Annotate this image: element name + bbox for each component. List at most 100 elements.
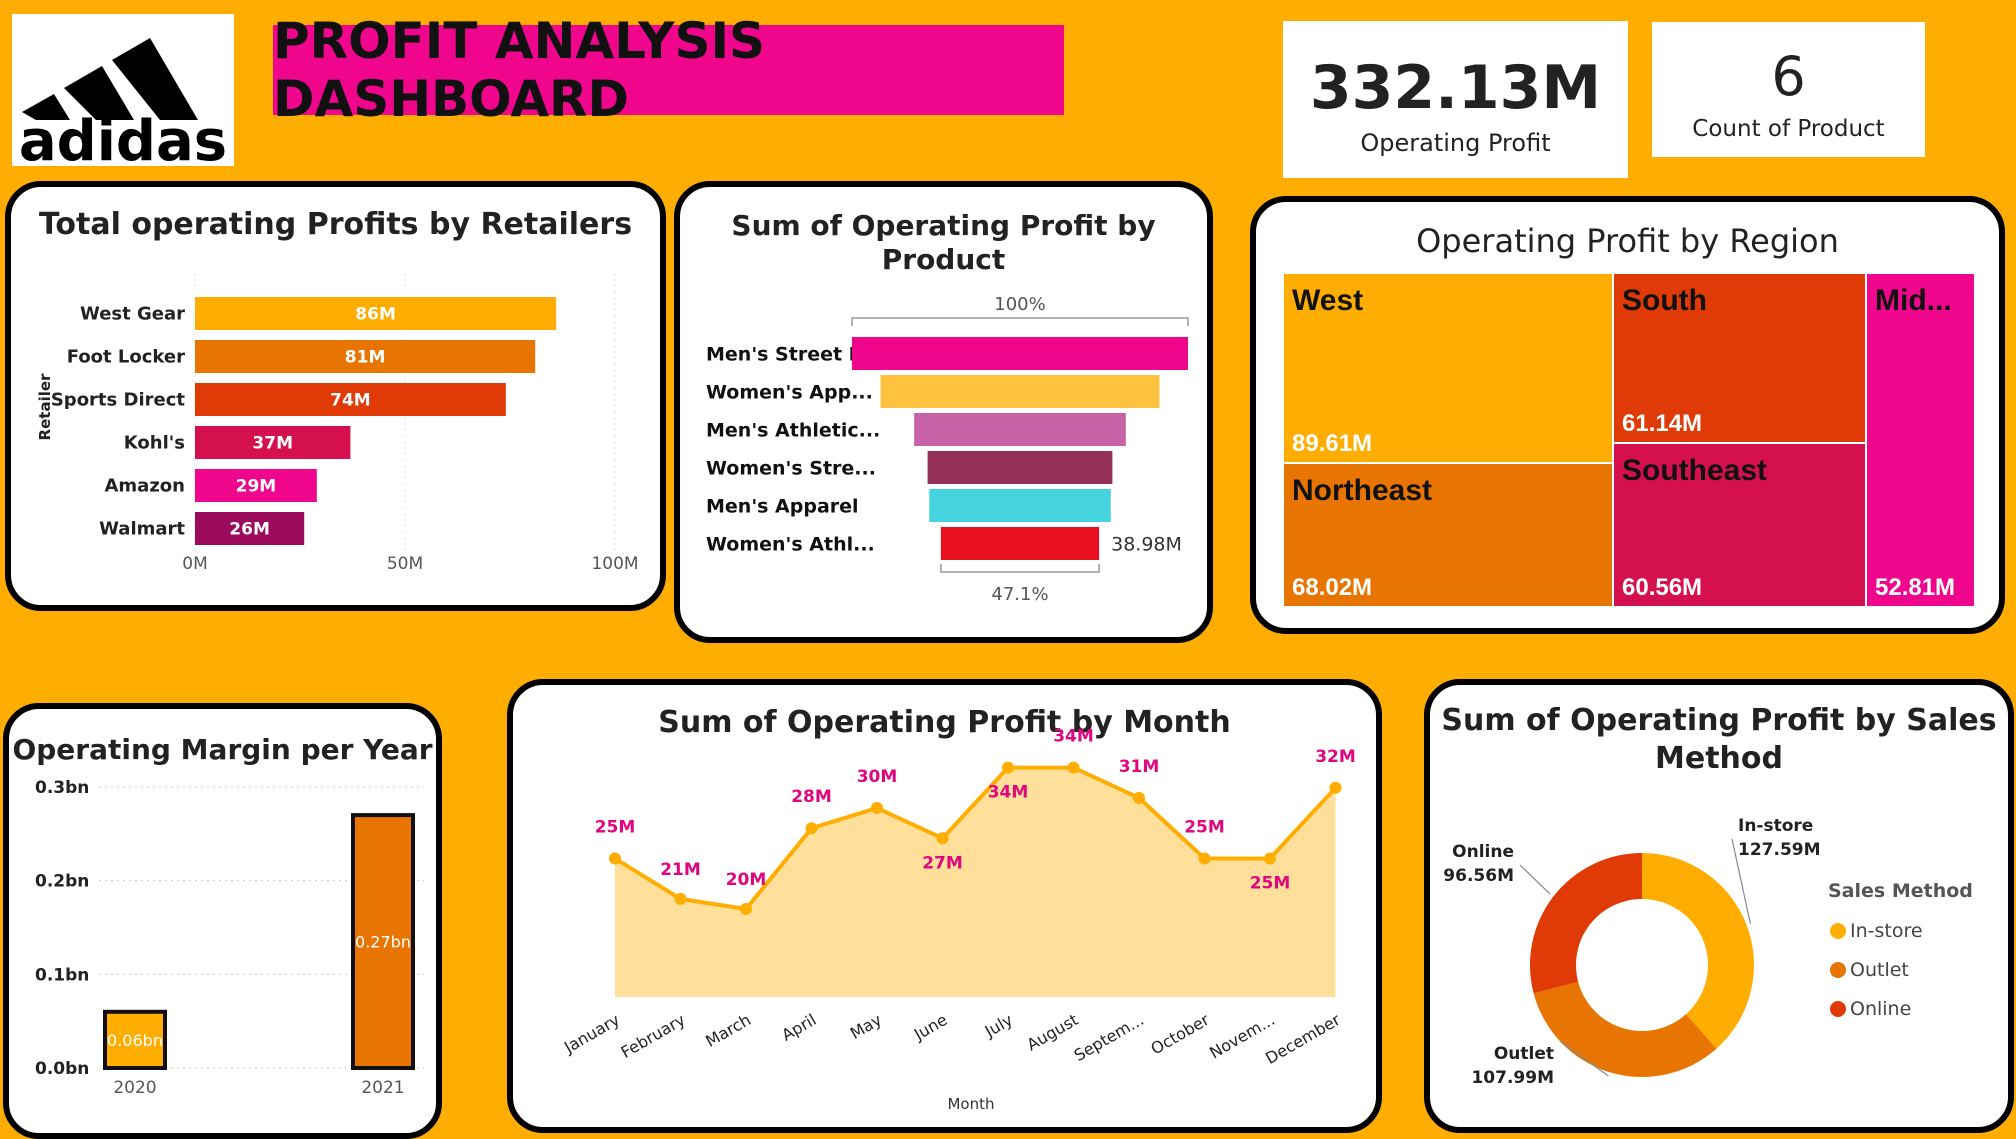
month-point[interactable]	[1067, 761, 1080, 774]
retailers-category-label: Walmart	[99, 519, 185, 540]
month-line-chart: 25M January 21M February 20M March 28M April 30M…	[560, 727, 1356, 1113]
month-data-label: 30M	[857, 767, 898, 787]
month-point[interactable]	[1329, 781, 1342, 794]
product-category-label: Women's Athl...	[706, 534, 875, 556]
retailers-chart-card: Total operating Profits by Retailers 0M 5…	[5, 181, 666, 611]
month-point[interactable]	[1264, 852, 1276, 865]
month-x-tick: June	[910, 1010, 951, 1044]
region-tile-northeast[interactable]: Northeast 68.02M	[1284, 464, 1612, 606]
product-funnel-bar[interactable]	[880, 375, 1160, 408]
month-data-label: 21M	[660, 860, 701, 880]
product-category-label: Men's Apparel	[706, 496, 859, 518]
sales-method-legend-swatch[interactable]	[1830, 1001, 1846, 1017]
product-last-value-label: 38.98M	[1111, 534, 1182, 556]
month-x-tick: July	[981, 1010, 1016, 1041]
sales-method-slice[interactable]	[1530, 853, 1642, 994]
month-x-tick: December	[1262, 1010, 1344, 1068]
kpi-count-of-product: 6 Count of Product	[1652, 22, 1925, 157]
month-x-tick: February	[618, 1010, 689, 1062]
retailers-category-label: Sports Direct	[51, 390, 186, 411]
retailers-x-tick: 0M	[182, 554, 207, 574]
margin-x-tick: 2021	[361, 1078, 404, 1098]
sales-method-slice-value: 96.56M	[1443, 866, 1514, 886]
product-category-label: Women's Stre...	[706, 458, 876, 480]
kpi-operating-profit: 332.13M Operating Profit	[1283, 21, 1628, 178]
retailers-x-tick: 50M	[387, 554, 423, 574]
region-tile-west[interactable]: West 89.61M	[1284, 274, 1612, 462]
logo-text: adidas	[19, 109, 227, 166]
month-point[interactable]	[740, 903, 752, 915]
product-funnel-bar[interactable]	[914, 413, 1126, 446]
region-tile-midwest-name: Mid...	[1875, 284, 1952, 317]
month-point[interactable]	[674, 892, 687, 905]
region-tile-southeast[interactable]: Southeast 60.56M	[1614, 444, 1865, 606]
sales-method-chart-card: Sum of Operating Profit by Sales Method …	[1424, 679, 2014, 1133]
kpi-count-of-product-label: Count of Product	[1692, 116, 1885, 142]
retailers-bar-label: 29M	[236, 477, 277, 497]
margin-y-tick: 0.3bn	[35, 778, 89, 798]
product-funnel-bar[interactable]	[929, 489, 1111, 522]
sales-method-legend-swatch[interactable]	[1830, 962, 1846, 978]
retailers-bar-label: 37M	[252, 434, 293, 454]
kpi-operating-profit-label: Operating Profit	[1360, 129, 1551, 157]
month-point[interactable]	[1198, 852, 1211, 865]
margin-y-tick: 0.1bn	[35, 965, 89, 985]
sales-method-legend-label[interactable]: Outlet	[1850, 959, 1909, 981]
region-treemap: West 89.61M South 61.14M Mid... 52.81M N…	[1284, 274, 1974, 606]
month-data-label: 32M	[1315, 747, 1356, 767]
product-funnel-bar[interactable]	[927, 451, 1113, 484]
month-data-label: 20M	[726, 870, 767, 890]
product-funnel-bar[interactable]	[852, 337, 1188, 370]
margin-y-tick: 0.2bn	[35, 872, 89, 892]
region-tile-southeast-value: 60.56M	[1622, 574, 1703, 601]
month-point[interactable]	[1133, 791, 1145, 804]
product-funnel-bar[interactable]	[940, 527, 1100, 560]
kpi-count-of-product-value: 6	[1771, 45, 1806, 108]
retailers-category-label: West Gear	[80, 304, 185, 325]
sales-method-slice-name: Outlet	[1494, 1044, 1554, 1064]
sales-method-slice[interactable]	[1642, 853, 1754, 1049]
sales-method-leader-line	[1519, 864, 1551, 895]
product-category-label: Women's App...	[706, 382, 873, 404]
region-tile-west-name: West	[1292, 284, 1364, 317]
sales-method-slice-value: 127.59M	[1738, 840, 1821, 860]
month-data-label: 27M	[922, 853, 963, 873]
region-tile-midwest-value: 52.81M	[1875, 574, 1956, 601]
region-tile-south[interactable]: South 61.14M	[1614, 274, 1865, 442]
month-data-label: 25M	[1250, 874, 1291, 894]
sales-method-legend-label[interactable]: Online	[1850, 998, 1911, 1020]
month-point[interactable]	[936, 832, 949, 845]
product-bottom-percent: 47.1%	[991, 584, 1048, 605]
month-x-tick: October	[1148, 1010, 1213, 1059]
region-chart-card: Operating Profit by Region West 89.61M S…	[1250, 196, 2005, 634]
adidas-logo: adidas	[12, 14, 234, 174]
dashboard-title-banner: PROFIT ANALYSIS DASHBOARD	[273, 12, 1064, 128]
region-tile-midwest[interactable]: Mid... 52.81M	[1867, 274, 1974, 606]
region-tile-northeast-name: Northeast	[1292, 474, 1433, 507]
sales-method-slice-name: In-store	[1738, 816, 1813, 836]
month-data-label: 34M	[1053, 727, 1094, 747]
month-data-label: 34M	[988, 783, 1029, 803]
margin-bar-chart: 0.3bn 0.2bn 0.1bn 0.0bn 0.06bn 2020 0.27bn 2021	[35, 778, 424, 1098]
sales-method-legend-swatch[interactable]	[1830, 923, 1846, 939]
product-funnel-chart: 100%Men's Street F...Women's App...Men's…	[706, 294, 1189, 605]
retailers-category-label: Kohl's	[124, 433, 185, 454]
month-point[interactable]	[871, 802, 883, 814]
region-chart-title: Operating Profit by Region	[1416, 222, 1839, 260]
kpi-operating-profit-value: 332.13M	[1309, 53, 1602, 123]
region-tile-south-value: 61.14M	[1622, 410, 1703, 437]
month-x-tick: April	[778, 1010, 819, 1045]
sales-method-legend-title: Sales Method	[1828, 880, 1973, 902]
month-point[interactable]	[1002, 761, 1014, 774]
product-category-label: Men's Athletic...	[706, 420, 880, 442]
sales-method-legend-label[interactable]: In-store	[1850, 920, 1923, 942]
margin-chart-card: Operating Margin per Year 0.3bn 0.2bn 0.1b…	[3, 703, 442, 1139]
month-point[interactable]	[805, 822, 818, 835]
retailers-x-tick: 100M	[591, 554, 638, 574]
sales-method-slice[interactable]	[1533, 981, 1717, 1077]
sales-method-donut-chart: In-store 127.59M Outlet 107.99M Online 96.56M…	[1443, 816, 1973, 1088]
month-x-axis-label: Month	[947, 1095, 994, 1113]
month-point[interactable]	[609, 852, 621, 865]
retailers-category-label: Foot Locker	[67, 347, 185, 368]
margin-x-tick: 2020	[113, 1078, 156, 1098]
